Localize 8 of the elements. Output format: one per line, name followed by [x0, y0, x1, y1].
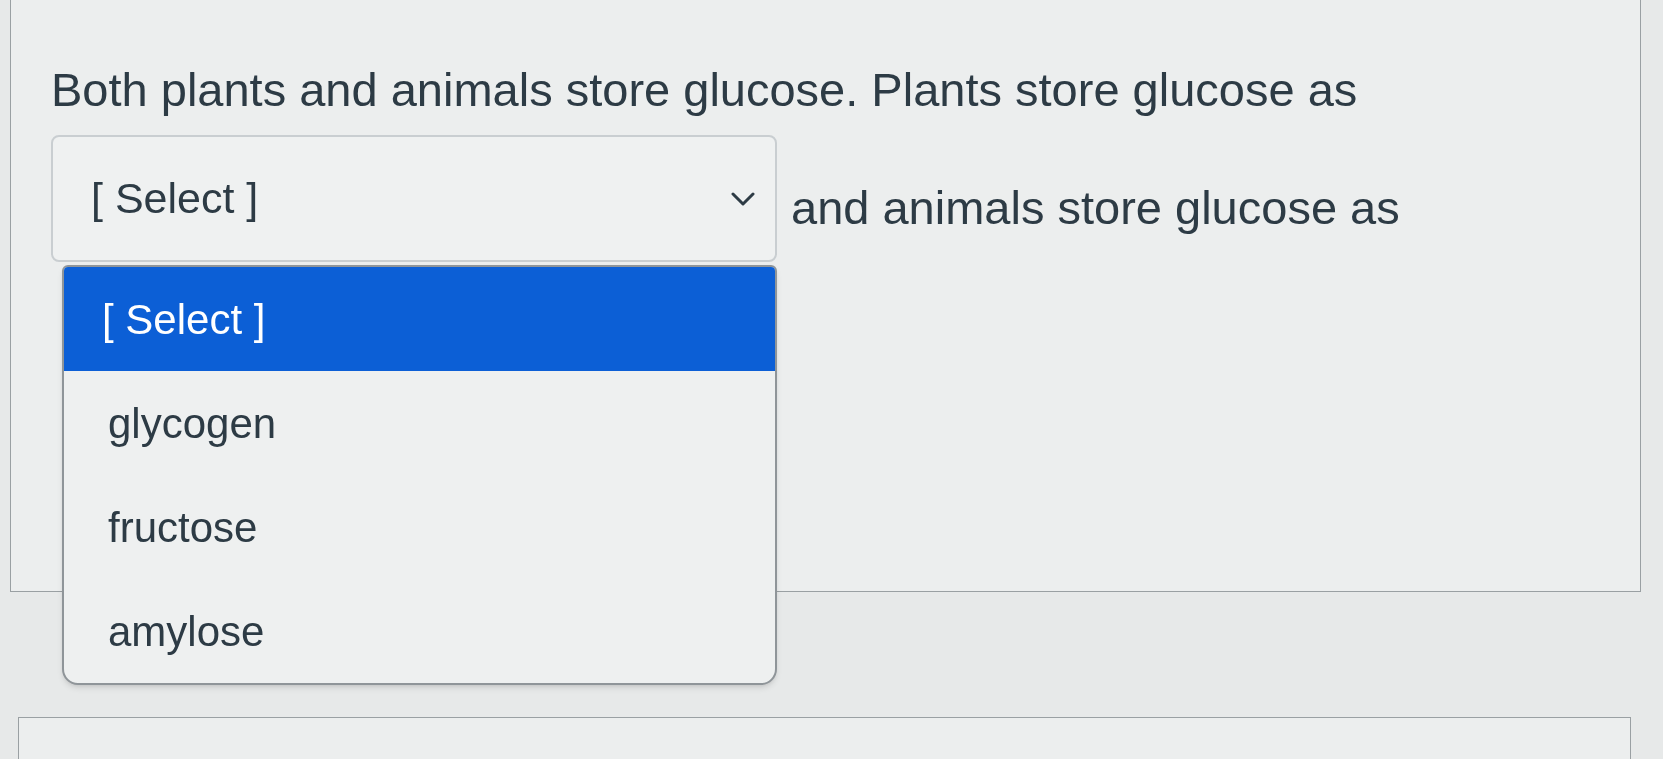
- dropdown-option[interactable]: glycogen: [64, 371, 775, 475]
- select-dropdown[interactable]: [ Select ]: [51, 135, 777, 262]
- chevron-down-icon: [731, 191, 755, 206]
- question-text: and animals store glucose as: [791, 179, 1400, 236]
- dropdown-option[interactable]: fructose: [64, 475, 775, 579]
- dropdown-option[interactable]: amylose: [64, 579, 775, 683]
- dropdown-option[interactable]: [ Select ]: [64, 267, 775, 371]
- question-text: Both plants and animals store glucose. Plants store glucose as: [51, 62, 1358, 118]
